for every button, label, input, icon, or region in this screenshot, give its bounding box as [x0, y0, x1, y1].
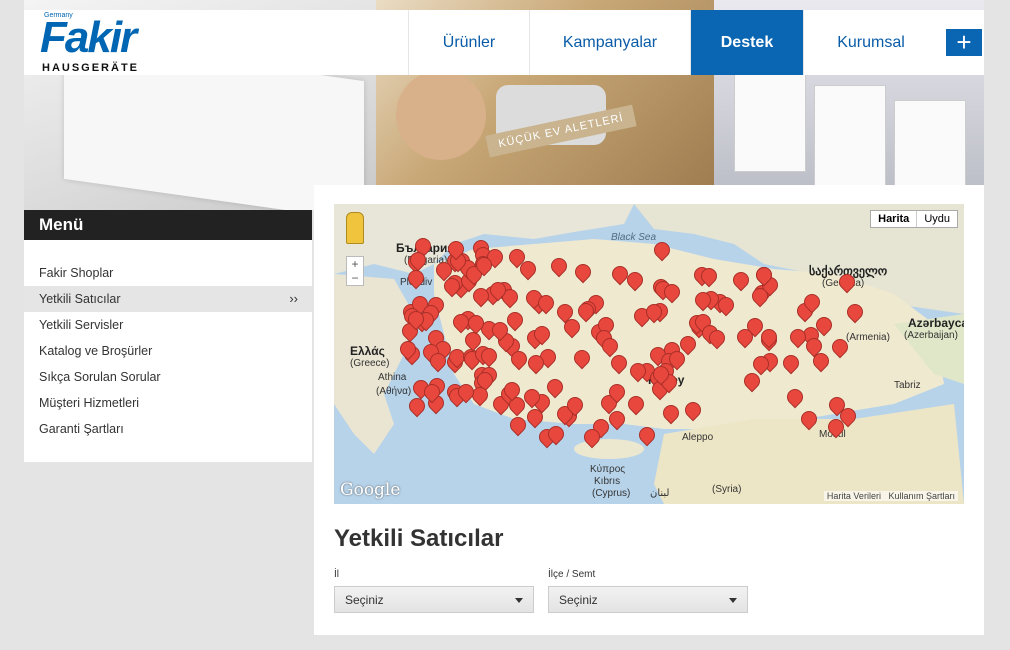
- map-label-cyprus: Κύπρος: [590, 464, 626, 475]
- page-title: Yetkili Satıcılar: [334, 525, 504, 552]
- ilce-select[interactable]: Seçiniz: [548, 586, 748, 613]
- sidebar-item-fakir-shoplar[interactable]: Fakir Shoplar: [24, 260, 312, 286]
- map-type-control: Harita Uydu: [870, 210, 958, 228]
- site-header: Germany Fakir HAUSGERÄTE Ürünler Kampany…: [24, 10, 984, 75]
- sidebar-item-katalog[interactable]: Katalog ve Broşürler: [24, 338, 312, 364]
- map-label-athina: Athina: [378, 372, 407, 383]
- sidebar-item-garanti[interactable]: Garanti Şartları: [24, 416, 312, 442]
- google-logo: Google: [340, 480, 401, 500]
- zoom-control[interactable]: + −: [346, 256, 364, 286]
- map-label-tabriz: Tabriz: [894, 380, 921, 391]
- map-footer: Harita Verileri Kullanım Şartları: [823, 491, 958, 501]
- map-label-syria: (Syria): [712, 484, 742, 495]
- map-label-cyprus-tr: Kıbrıs: [594, 476, 621, 487]
- map-label-azerbaijan: Azərbaycan: [908, 316, 964, 330]
- nav-urunler[interactable]: Ürünler: [408, 10, 529, 75]
- ilce-label: İlçe / Semt: [548, 569, 596, 580]
- map-type-harita[interactable]: Harita: [871, 211, 918, 227]
- sidebar-item-yetkili-servisler[interactable]: Yetkili Servisler: [24, 312, 312, 338]
- pegman-icon[interactable]: [346, 212, 364, 244]
- sidebar-item-musteri-hizmetleri[interactable]: Müşteri Hizmetleri: [24, 390, 312, 416]
- chevron-right-icon: ››: [289, 291, 298, 306]
- zoom-in-button[interactable]: +: [347, 257, 363, 271]
- sidebar-item-label: Yetkili Satıcılar: [39, 292, 121, 306]
- zoom-out-button[interactable]: −: [347, 271, 363, 285]
- menu-title: Menü: [24, 210, 312, 240]
- map-label-cyprus-sub: (Cyprus): [592, 488, 631, 499]
- fakir-logo[interactable]: Germany Fakir HAUSGERÄTE: [40, 12, 180, 74]
- main-nav: Ürünler Kampanyalar Destek Kurumsal: [408, 10, 938, 75]
- map-label-lebanon: لبنان: [650, 488, 670, 499]
- map-label-black-sea: Black Sea: [611, 232, 657, 243]
- map-label-greece-sub: (Greece): [350, 358, 390, 369]
- sidebar-item-yetkili-saticilar[interactable]: Yetkili Satıcılar ››: [24, 286, 312, 312]
- map-data-link[interactable]: Harita Verileri: [827, 491, 881, 501]
- sidebar-item-sss[interactable]: Sıkça Sorulan Sorular: [24, 364, 312, 390]
- map-label-aleppo: Aleppo: [682, 432, 714, 443]
- nav-destek[interactable]: Destek: [690, 10, 803, 75]
- nav-kampanyalar[interactable]: Kampanyalar: [529, 10, 690, 75]
- menu-list: Fakir Shoplar Yetkili Satıcılar ›› Yetki…: [24, 260, 312, 442]
- dropdown-caret-icon: [729, 598, 737, 603]
- logo-brand: Fakir: [40, 13, 137, 62]
- il-select[interactable]: Seçiniz: [334, 586, 534, 613]
- nav-kurumsal[interactable]: Kurumsal: [803, 10, 938, 75]
- sidebar-menu: Menü Fakir Shoplar Yetkili Satıcılar ›› …: [24, 210, 312, 462]
- ilce-select-value: Seçiniz: [559, 593, 598, 607]
- plus-button[interactable]: +: [946, 29, 982, 56]
- map-label-athina-sub: (Αθήνα): [376, 386, 412, 397]
- map-label-azerbaijan-sub: (Azerbaijan): [904, 330, 958, 341]
- dropdown-caret-icon: [515, 598, 523, 603]
- main-content: България (Bulgaria) Plovdiv Black Sea Ελ…: [314, 185, 984, 635]
- dealer-map[interactable]: България (Bulgaria) Plovdiv Black Sea Ελ…: [334, 204, 964, 504]
- map-type-uydu[interactable]: Uydu: [917, 211, 957, 227]
- map-label-armenia: (Armenia): [846, 332, 890, 343]
- il-label: İl: [334, 569, 339, 580]
- logo-sub: HAUSGERÄTE: [42, 62, 140, 74]
- map-label-greece: Ελλάς: [350, 344, 385, 358]
- map-terms-link[interactable]: Kullanım Şartları: [888, 491, 955, 501]
- il-select-value: Seçiniz: [345, 593, 384, 607]
